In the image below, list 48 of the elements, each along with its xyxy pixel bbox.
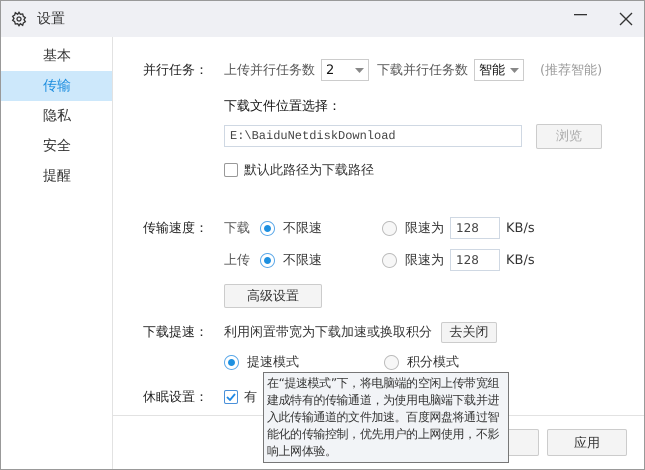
- radio-label: 不限速: [283, 220, 322, 237]
- window-title: 设置: [37, 10, 66, 28]
- radio-label: 积分模式: [407, 354, 459, 371]
- unit-label: KB/s: [506, 220, 535, 236]
- upload-tasks-select[interactable]: 2: [321, 59, 369, 81]
- caret-icon: [355, 68, 364, 72]
- checkbox-label: 默认此路径为下载路径: [244, 162, 374, 179]
- checkbox[interactable]: [224, 390, 238, 404]
- section-label: 传输速度：: [143, 220, 209, 237]
- radio-button[interactable]: [382, 252, 397, 268]
- speed-limit-field[interactable]: 128: [450, 217, 500, 239]
- path-field[interactable]: E:\BaiduNetdiskDownload: [224, 125, 522, 147]
- description-text: 利用闲置带宽为下载加速或换取积分: [224, 324, 432, 341]
- upload-tasks-label: 上传并行任务数: [224, 62, 315, 79]
- radio-button[interactable]: [384, 354, 399, 370]
- checkbox[interactable]: [224, 163, 238, 177]
- section-label: 并行任务：: [143, 62, 209, 79]
- download-tasks-select[interactable]: 智能: [474, 59, 524, 81]
- sidebar-item[interactable]: 提醒: [1, 161, 112, 191]
- advanced-settings-button[interactable]: 高级设置: [224, 284, 322, 308]
- tooltip: 在“提速模式”下，将电脑端的空闲上传带宽组建成特有的传输通道，为使用电脑端下载并进入此传输通道的文件加速。百度网盘将通过智能化的传输控制，优先用户的上网使用，不影响上网体验。: [263, 372, 509, 463]
- section-label: 休眠设置：: [143, 389, 209, 406]
- sidebar-item[interactable]: 安全: [1, 131, 112, 161]
- direction-label: 上传: [224, 252, 251, 269]
- checkbox-label: 有: [244, 389, 257, 406]
- download-tasks-label: 下载并行任务数: [377, 62, 468, 79]
- radio-button[interactable]: [260, 220, 275, 236]
- radio-label: 限速为: [405, 220, 444, 237]
- radio-button[interactable]: [224, 354, 239, 370]
- turn-off-button[interactable]: 去关闭: [441, 322, 497, 342]
- close-icon: [619, 12, 633, 26]
- apply-button[interactable]: 应用: [547, 429, 627, 456]
- radio-label: 提速模式: [247, 354, 299, 371]
- radio-label: 不限速: [283, 252, 322, 269]
- speed-limit-field[interactable]: 128: [450, 249, 500, 271]
- sidebar-item[interactable]: 基本: [1, 41, 112, 71]
- radio-button[interactable]: [382, 220, 397, 236]
- caret-icon: [510, 68, 519, 72]
- direction-label: 下载: [224, 220, 251, 237]
- settings-icon: [11, 11, 27, 27]
- sidebar-item[interactable]: 隐私: [1, 101, 112, 131]
- minimize-icon: [574, 14, 586, 16]
- hint-text: (推荐智能): [540, 62, 602, 79]
- radio-label: 限速为: [405, 252, 444, 269]
- unit-label: KB/s: [506, 252, 535, 268]
- section-label: 下载提速：: [143, 324, 209, 341]
- radio-button[interactable]: [260, 252, 275, 268]
- field-label: 下载文件位置选择：: [224, 98, 341, 115]
